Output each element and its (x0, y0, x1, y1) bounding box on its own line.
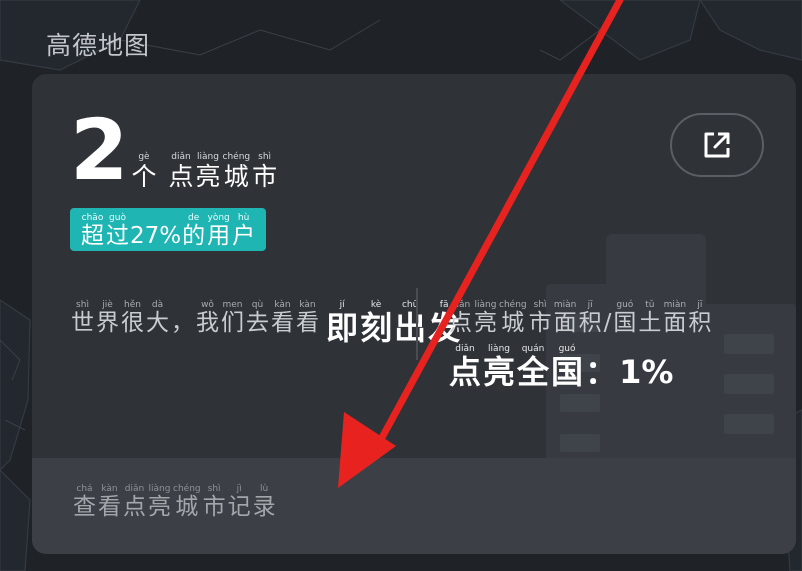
coverage-section: diǎn 点 liàng 亮 chéng 城 shì 市 miàn 面 jī 积 / guó… (448, 292, 796, 390)
lit-city-count: 2 gè 个 diǎn 点 liàng 亮 chéng 城 shì 市 (70, 102, 278, 192)
user-rank-badge: chāo 超 guò 过 27% de 的 yòng 用 hù 户 (70, 208, 267, 251)
coverage-percent: 1% (619, 353, 674, 392)
brand-logo: 高德地图 (46, 31, 151, 60)
explore-section[interactable]: shì 世 jiè 界 hěn 很 dà 大 ， wǒ 我 men 们 qù 去 kàn 看 k… (70, 292, 461, 346)
count-unit: gè 个 (131, 151, 157, 191)
share-button[interactable] (670, 113, 764, 177)
lit-cities-card: 2 gè 个 diǎn 点 liàng 亮 chéng 城 shì 市 chāo… (32, 74, 796, 554)
count-label: diǎn 点 liàng 亮 chéng 城 shì 市 (168, 151, 278, 191)
rank-percent: 27% (130, 222, 182, 249)
share-external-icon (704, 132, 730, 158)
coverage-title: diǎn 点 liàng 亮 quán 全 guó 国 ： 1% (449, 344, 674, 392)
explore-subtitle: shì 世 jiè 界 hěn 很 dà 大 ， wǒ 我 men 们 qù 去 kàn 看 k… (71, 300, 319, 336)
city-count-value: 2 (70, 101, 128, 199)
coverage-subtitle: diǎn 点 liàng 亮 chéng 城 shì 市 miàn 面 jī 积 / guó… (449, 300, 712, 336)
view-records-link[interactable]: chá 查 kàn 看 diǎn 点 liàng 亮 chéng 城 shì 市 jì 记 l… (32, 458, 796, 554)
screen: 高德地图 2 gè 个 diǎn 点 liàng 亮 chéng 城 shì 市… (0, 0, 802, 571)
view-records-label: chá 查 kàn 看 diǎn 点 liàng 亮 chéng 城 shì 市 jì 记 l… (73, 484, 276, 520)
stat-divider (416, 288, 418, 360)
explore-title: jí 即 kè 刻 chū 出 fā 发 (326, 300, 461, 347)
